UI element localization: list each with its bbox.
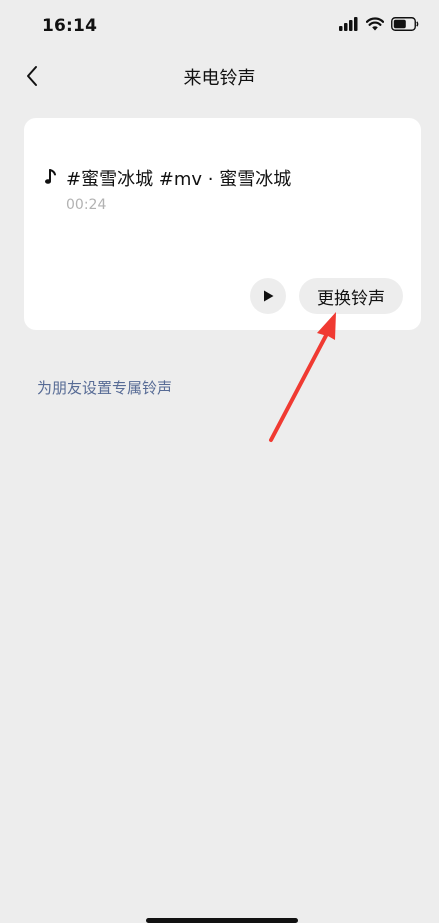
wifi-icon [366,17,384,31]
home-indicator [146,918,298,923]
page-title: 来电铃声 [183,68,256,89]
ringtone-title: #蜜雪冰城 #mv · 蜜雪冰城 [66,169,292,190]
change-ringtone-button[interactable]: 更换铃声 [299,278,403,314]
signal-icon [339,17,358,31]
status-icons [339,17,419,31]
battery-icon [391,17,419,31]
status-time: 16:14 [42,16,98,36]
play-icon [264,290,274,302]
play-button[interactable] [250,278,286,314]
ringtone-card: #蜜雪冰城 #mv · 蜜雪冰城 00:24 更换铃声 [24,118,421,330]
ringtone-duration: 00:24 [66,197,107,213]
status-bar: 16:14 [0,0,439,50]
friend-ringtone-link[interactable]: 为朋友设置专属铃声 [37,377,172,398]
music-note-icon [45,169,56,184]
nav-bar: 来电铃声 [0,50,439,102]
